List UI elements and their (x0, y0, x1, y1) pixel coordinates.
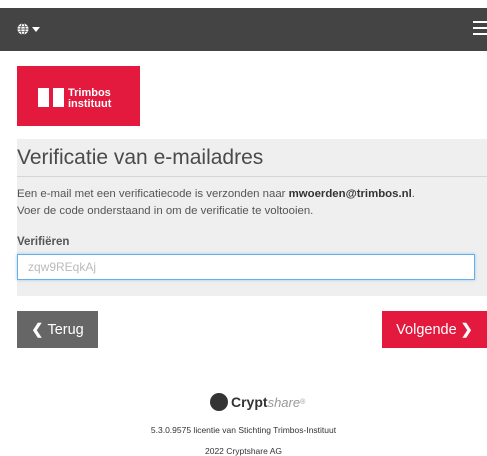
recipient-email: mwoerden@trimbos.nl (288, 188, 412, 200)
verification-panel: Verificatie van e-mailadres Een e-mail m… (17, 139, 487, 296)
language-selector[interactable] (17, 23, 40, 35)
globe-icon (17, 23, 29, 35)
logo-line2: instituut (68, 98, 112, 110)
cryptshare-mark-icon (210, 393, 228, 411)
chevron-right-icon: ❯ (460, 321, 473, 338)
verification-code-input[interactable] (17, 254, 475, 280)
chevron-left-icon: ❮ (31, 321, 44, 338)
back-button[interactable]: ❮ Terug (17, 311, 98, 348)
verification-message: Een e-mail met een verificatiecode is ve… (17, 188, 415, 217)
divider (17, 176, 487, 177)
cryptshare-logo: Crypt share ® (210, 392, 305, 412)
license-text: 5.3.0.9575 licentie van Stichting Trimbo… (150, 425, 337, 435)
caret-down-icon (32, 26, 40, 32)
hamburger-icon[interactable] (473, 21, 487, 37)
code-field-label: Verifiëren (17, 236, 70, 248)
page-title: Verificatie van e-mailadres (17, 146, 264, 169)
trimbos-logo: Trimbos instituut (17, 66, 140, 126)
top-bar (0, 8, 487, 51)
next-button[interactable]: Volgende ❯ (382, 311, 487, 348)
